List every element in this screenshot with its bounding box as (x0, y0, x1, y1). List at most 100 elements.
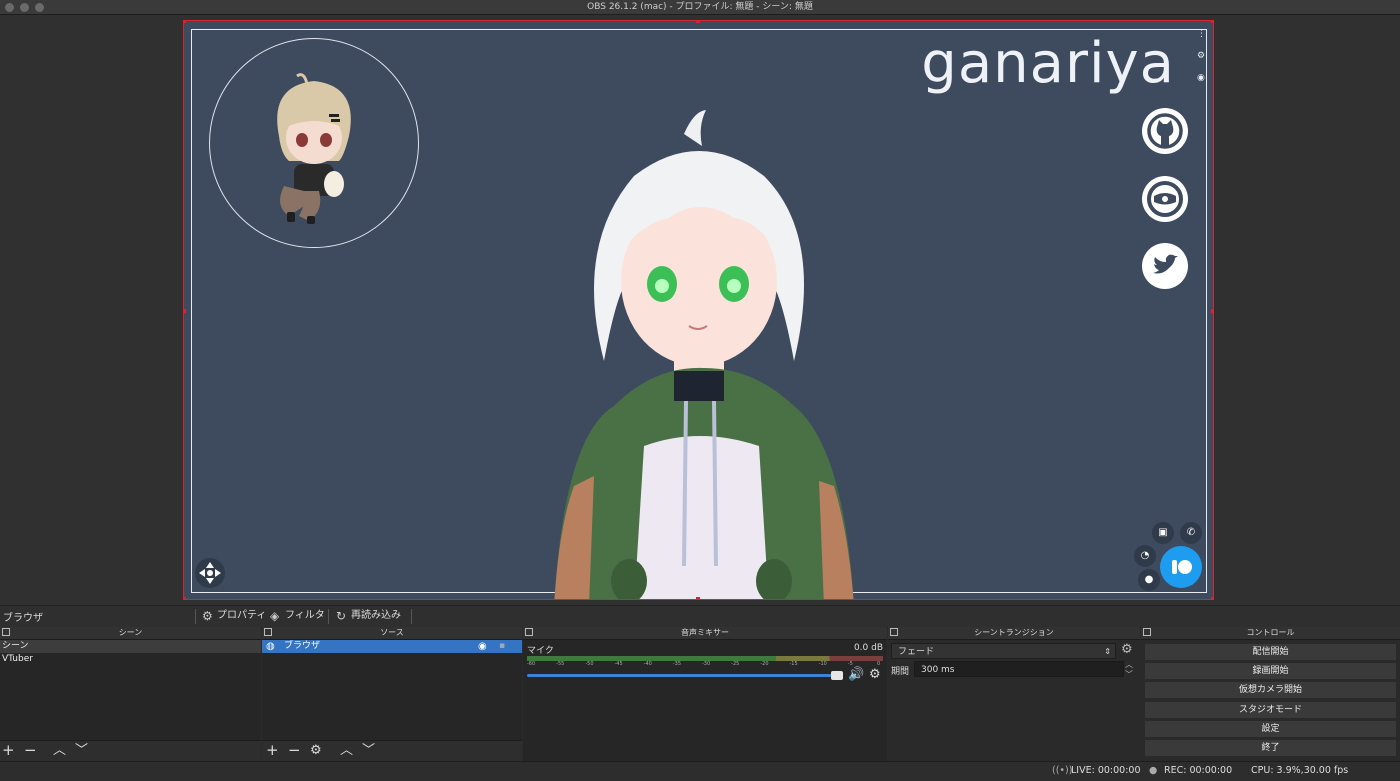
source-name: ブラウザ (284, 641, 321, 651)
filters-button[interactable]: ◈ フィルタ (269, 608, 325, 624)
mixer-channel: マイク 0.0 dB -60 -55 -50 -45 -40 -35 -30 -25 -20 -1… (523, 640, 887, 761)
phone-icon[interactable]: ✆ (1180, 522, 1202, 544)
divider (195, 609, 196, 624)
rec-status: REC: 00:00:00 (1164, 765, 1233, 776)
pie-icon[interactable]: ◔ (1134, 545, 1156, 567)
sources-dock: ソース ◍ ブラウザ ◉ ▪ + − ⚙ ︿ ﹀ (262, 627, 522, 761)
scenes-dock: シーン シーン VTuber + − ︿ ﹀ (0, 627, 261, 761)
resize-handle[interactable] (1211, 309, 1213, 313)
move-up-button[interactable]: ︿ (53, 742, 66, 759)
studio-mode-button[interactable]: スタジオモード (1144, 701, 1397, 719)
gear-icon[interactable]: ⚙ (1121, 642, 1133, 657)
move-down-button[interactable]: ﹀ (362, 742, 375, 759)
filters-label: フィルタ (285, 610, 325, 621)
move-up-button[interactable]: ︿ (340, 742, 353, 759)
volume-slider-handle[interactable] (831, 671, 843, 680)
audio-mixer-dock: 音声ミキサー マイク 0.0 dB -60 -55 -50 -45 -40 -35 -30 -… (523, 627, 887, 761)
move-down-button[interactable]: ﹀ (75, 742, 88, 759)
meter-scale-label: -50 (585, 661, 594, 667)
broadcast-icon: ((•)) (1052, 765, 1073, 776)
selected-source-label: ブラウザ (3, 613, 43, 624)
resize-handle[interactable] (1211, 597, 1213, 599)
resize-handle[interactable] (696, 597, 700, 599)
gear-icon: ⚙ (202, 609, 213, 623)
resize-handle[interactable] (1211, 21, 1213, 23)
duration-label: 期間 (891, 667, 910, 677)
twitter-icon[interactable] (1142, 243, 1188, 289)
meter-scale: -60 -55 -50 -45 -40 -35 -30 -25 -20 -15 -10 -5 0 (527, 661, 883, 671)
transitions-title: シーントランジション (974, 628, 1054, 637)
meter-scale-label: -10 (818, 661, 827, 667)
reload-label: 再読み込み (351, 610, 401, 621)
properties-button[interactable]: ⚙ プロパティ (201, 608, 266, 624)
scene-transitions-dock: シーントランジション フェード ⇕ ⚙ 期間 300 ms ︿ ﹀ (888, 627, 1140, 761)
chevron-updown-icon: ⇕ (1104, 647, 1111, 656)
vtuber-character-image (554, 110, 854, 599)
scene-item[interactable]: シーン (0, 640, 261, 653)
add-source-button[interactable]: + (266, 742, 279, 759)
divider (328, 609, 329, 624)
meter-scale-label: -45 (614, 661, 623, 667)
sources-title: ソース (380, 628, 404, 637)
preview-canvas[interactable]: ganariya ⋮ ⚙ ◉ ▣ ✆ ◔ ● (183, 20, 1214, 600)
meter-scale-label: -15 (789, 661, 798, 667)
chibi-avatar-image (277, 73, 351, 224)
resize-handle[interactable] (184, 309, 186, 313)
transition-select[interactable]: フェード ⇕ (891, 643, 1116, 659)
meter-scale-label: -20 (760, 661, 769, 667)
channel-name: マイク (527, 646, 554, 656)
gear-icon[interactable]: ⚙ (310, 742, 322, 759)
window-title: OBS 26.1.2 (mac) - プロファイル: 無題 - シーン: 無題 (587, 2, 813, 12)
settings-button[interactable]: 設定 (1144, 720, 1397, 738)
title-bar: OBS 26.1.2 (mac) - プロファイル: 無題 - シーン: 無題 (0, 0, 1400, 15)
start-virtual-camera-button[interactable]: 仮想カメラ開始 (1144, 681, 1397, 699)
camera-icon[interactable]: ▣ (1152, 522, 1174, 544)
exit-button[interactable]: 終了 (1144, 739, 1397, 757)
audio-mixer-title: 音声ミキサー (681, 628, 729, 637)
scenes-title: シーン (118, 628, 143, 637)
circle-logo-icon[interactable] (1142, 176, 1188, 222)
meter-scale-label: -35 (672, 661, 681, 667)
controls-dock: コントロール 配信開始 録画開始 仮想カメラ開始 スタジオモード 設定 終了 (1141, 627, 1400, 761)
volume-slider[interactable] (527, 671, 843, 680)
source-item[interactable]: ◍ ブラウザ ◉ ▪ (262, 640, 522, 653)
eye-icon[interactable]: ◉ (1197, 73, 1205, 83)
meter-scale-label: -30 (702, 661, 711, 667)
controls-title: コントロール (1246, 628, 1295, 637)
channel-level: 0.0 dB (853, 643, 883, 653)
start-recording-button[interactable]: 録画開始 (1144, 662, 1397, 680)
github-icon[interactable] (1142, 108, 1188, 154)
resize-handle[interactable] (184, 597, 186, 599)
properties-label: プロパティ (217, 610, 267, 621)
cpu-status: CPU: 3.9%,30.00 fps (1251, 765, 1349, 776)
meter-scale-label: -40 (643, 661, 652, 667)
more-icon[interactable]: ⋮ (1197, 29, 1206, 39)
reload-button[interactable]: ↻ 再読み込み (335, 608, 401, 624)
globe-icon: ◍ (266, 641, 275, 652)
lock-icon[interactable]: ▪ (499, 640, 505, 653)
scene-item[interactable]: VTuber (0, 653, 261, 666)
duration-value: 300 ms (921, 665, 955, 675)
speaker-icon[interactable]: 🔊 (848, 667, 864, 682)
gear-icon[interactable]: ⚙ (869, 667, 881, 682)
remove-source-button[interactable]: − (288, 742, 301, 759)
meter-scale-label: -60 (527, 661, 536, 667)
record-dot-icon: ● (1149, 765, 1158, 776)
meter-scale-label: -25 (731, 661, 740, 667)
stepper-down-icon[interactable]: ﹀ (1125, 669, 1133, 680)
filter-icon: ◈ (270, 609, 280, 623)
chat-widget-button[interactable] (1160, 546, 1202, 588)
remove-scene-button[interactable]: − (24, 742, 37, 759)
meter-scale-label: -55 (556, 661, 565, 667)
start-streaming-button[interactable]: 配信開始 (1144, 643, 1397, 661)
eye-icon[interactable]: ◉ (478, 640, 487, 653)
resize-handle[interactable] (696, 21, 700, 23)
source-toolbar: ブラウザ ⚙ プロパティ ◈ フィルタ ↻ 再読み込み (0, 605, 1400, 628)
resize-handle[interactable] (184, 21, 186, 23)
reload-icon: ↻ (336, 609, 347, 623)
gear-icon[interactable]: ⚙ (1197, 51, 1205, 61)
add-scene-button[interactable]: + (2, 742, 15, 759)
person-icon[interactable]: ● (1138, 569, 1160, 591)
duration-input[interactable]: 300 ms (914, 661, 1124, 677)
move-control-button[interactable] (195, 558, 225, 588)
